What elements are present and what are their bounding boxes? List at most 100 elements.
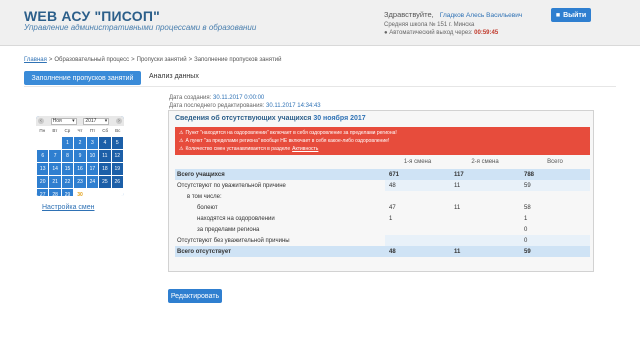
activity-link[interactable]: Активность (292, 145, 318, 153)
calendar-day[interactable]: 8 (61, 150, 74, 162)
cell-total: 788 (520, 169, 590, 180)
cell-shift-2: 11 (450, 246, 520, 257)
logout-label: Выйти (563, 11, 587, 19)
row-label: за пределами региона (197, 226, 260, 233)
row-label: находятся на оздоровлении (197, 215, 275, 222)
weekday-label: Вс (115, 128, 121, 133)
warning-icon: ⚠ (179, 146, 184, 152)
calendar-day[interactable]: 7 (49, 150, 61, 162)
created-value: 30.11.2017 0:00:00 (213, 95, 265, 101)
weekday-label: Ср (64, 128, 71, 133)
app-title: WEB АСУ "ПИСОП" (24, 8, 160, 24)
cell-shift-2 (450, 224, 520, 235)
calendar-day[interactable]: 17 (86, 163, 99, 175)
cell-total: 0 (524, 226, 528, 233)
weekday-label: Вт (52, 128, 58, 133)
calendar-day[interactable]: 30 (74, 189, 86, 196)
calendar-empty-cell (37, 137, 49, 149)
calendar-day[interactable]: 22 (61, 176, 74, 188)
created-label: Дата создания: (169, 95, 212, 101)
table-header: 1-я смена 2-я смена Всего (175, 159, 590, 169)
calendar-day[interactable]: 4 (99, 137, 111, 149)
calendar-day[interactable]: 24 (86, 176, 99, 188)
calendar-day[interactable]: 15 (61, 163, 74, 175)
cell-shift-1: 47 (389, 204, 396, 211)
cell-shift-2: 117 (450, 169, 520, 180)
warning-icon: ⚠ (179, 130, 184, 136)
cell-shift-2 (450, 191, 520, 202)
greeting-text: Здравствуйте, (384, 10, 434, 19)
cell-total (520, 191, 590, 202)
cell-shift-2: 11 (450, 180, 520, 191)
calendar-day[interactable]: 21 (49, 176, 61, 188)
calendar-day[interactable]: 13 (37, 163, 49, 175)
logout-button[interactable]: ■ Выйти (551, 8, 591, 22)
table-row: за пределами региона 0 (175, 224, 590, 235)
alert-text: Пункт "находятся на оздоровлении" включа… (185, 130, 397, 136)
calendar-day[interactable]: 19 (111, 163, 123, 175)
calendar-empty-cell (111, 189, 123, 196)
autoexit-timer: 00:59:45 (474, 30, 499, 36)
calendar-day[interactable]: 16 (74, 163, 86, 175)
month-value: Ноя (52, 118, 62, 124)
row-label: в том числе: (187, 193, 222, 200)
user-name-link[interactable]: Гладков Алесь Васильевич (440, 12, 522, 19)
edit-button[interactable]: Редактировать (168, 289, 222, 303)
weekday-label: Чт (77, 128, 83, 133)
edited-label: Дата последнего редактирования: (169, 103, 265, 109)
calendar-day[interactable]: 12 (111, 150, 123, 162)
shift-settings-link[interactable]: Настройка смен (42, 204, 94, 211)
cell-shift-1: 671 (385, 169, 450, 180)
table-row: Отсутствуют без уважительной причины 0 (175, 235, 590, 246)
calendar-day[interactable]: 18 (99, 163, 111, 175)
panel-title: Сведения об отсутствующих учащихся 30 но… (175, 115, 366, 122)
calendar-day[interactable]: 26 (111, 176, 123, 188)
cell-shift-1: 48 (385, 180, 450, 191)
breadcrumb-home[interactable]: Главная (24, 57, 47, 63)
tab-data-analysis[interactable]: Анализ данных (149, 73, 199, 80)
calendar-day[interactable]: 1 (61, 137, 74, 149)
autoexit-info: ● Автоматический выход через: 00:59:45 (384, 30, 498, 36)
calendar-day[interactable]: 2 (74, 137, 86, 149)
alert-text: Количество смен устанавливается в раздел… (185, 146, 291, 152)
calendar-day[interactable]: 25 (99, 176, 111, 188)
calendar-day[interactable]: 29 (61, 189, 74, 196)
cell-total: 59 (520, 246, 590, 257)
calendar-empty-cell (86, 189, 99, 196)
row-label: Всего учащихся (177, 171, 225, 178)
calendar-days: 1 2 3 4 5 6 7 8 9 10 11 12 13 14 15 16 17 18 19 20 21 22 23 24 2… (36, 136, 124, 196)
created-date: Дата создания: 30.11.2017 0:00:00 (169, 94, 321, 102)
edited-date: Дата последнего редактирования: 30.11.20… (169, 102, 321, 110)
warning-icon: ⚠ (179, 138, 184, 144)
cell-shift-1: 1 (389, 215, 393, 222)
table-row: в том числе: (175, 191, 590, 202)
tab-fill-absences[interactable]: Заполнение пропусков занятий (24, 71, 141, 85)
month-select[interactable]: Ноя ▾ (50, 117, 77, 125)
school-name: Средняя школа № 151 г. Минска (384, 22, 475, 28)
cell-total: 58 (524, 204, 531, 211)
calendar-day[interactable]: 11 (99, 150, 111, 162)
year-select[interactable]: 2017 ▾ (83, 117, 110, 125)
calendar-day[interactable]: 6 (37, 150, 49, 162)
calendar-day[interactable]: 23 (74, 176, 86, 188)
weekday-label: Пт (89, 128, 96, 133)
next-month-button[interactable]: › (115, 118, 122, 124)
alert-line: ⚠ Количество смен устанавливается в разде… (179, 145, 586, 153)
calendar-day[interactable]: 5 (111, 137, 123, 149)
calendar-day[interactable]: 28 (49, 189, 61, 196)
calendar-header: ‹ Ноя ▾ 2017 ▾ › (36, 116, 124, 126)
col-shift-1: 1-я смена (403, 159, 432, 165)
calendar-day[interactable]: 20 (37, 176, 49, 188)
prev-month-button[interactable]: ‹ (38, 118, 44, 124)
table-row: Отсутствуют по уважительной причине 48 1… (175, 180, 590, 191)
calendar-day[interactable]: 14 (49, 163, 61, 175)
calendar-day[interactable]: 10 (86, 150, 99, 162)
col-shift-2: 2-я смена (471, 159, 499, 165)
cell-shift-1 (385, 235, 450, 246)
chevron-down-icon: ▾ (104, 118, 108, 124)
cell-shift-1: 48 (385, 246, 450, 257)
greeting: Здравствуйте, Гладков Алесь Васильевич (384, 10, 522, 19)
calendar-day[interactable]: 27 (37, 189, 49, 196)
calendar-day[interactable]: 3 (86, 137, 99, 149)
calendar-day[interactable]: 9 (74, 150, 86, 162)
